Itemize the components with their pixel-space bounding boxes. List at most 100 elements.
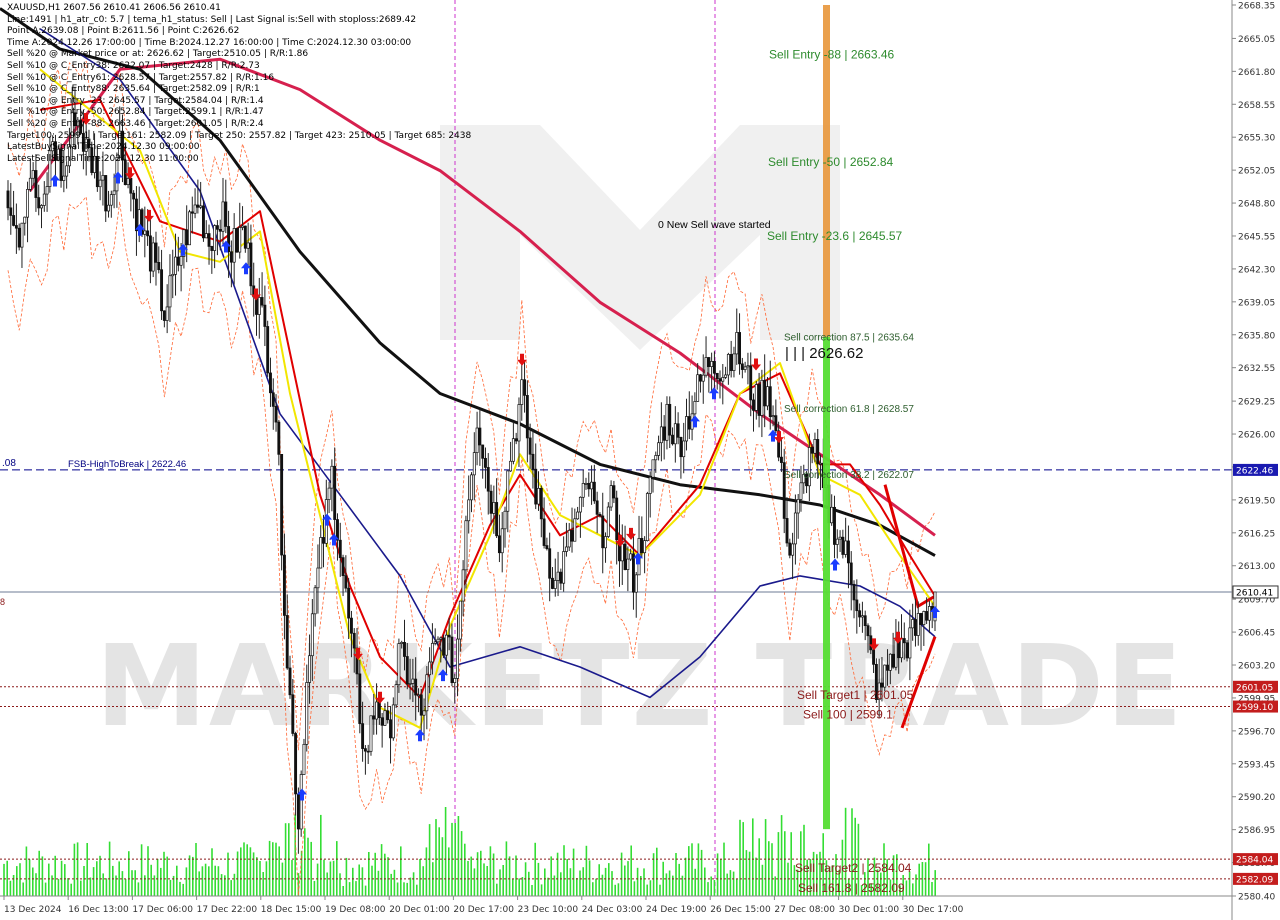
candle-body	[383, 710, 387, 726]
candle-body	[860, 615, 864, 618]
candle-body	[883, 664, 887, 688]
candle-body	[537, 487, 540, 505]
candle-body	[576, 511, 580, 520]
candle-body	[766, 386, 769, 407]
candle-body	[587, 482, 591, 490]
candle-body	[375, 701, 379, 720]
candle-body	[26, 189, 29, 218]
y-tick-label: 2586.95	[1238, 826, 1275, 836]
candle-body	[768, 386, 772, 418]
candle-body	[162, 310, 166, 321]
candle-body	[584, 482, 588, 485]
correction-label: Sell correction 87.5 | 2635.64	[784, 332, 914, 343]
candle-body	[813, 439, 817, 454]
candle-body	[866, 625, 870, 637]
y-tick-label: 2596.70	[1238, 727, 1275, 737]
candle-body	[207, 233, 211, 247]
candle-body	[98, 179, 102, 188]
price-badge-label: 2601.05	[1236, 683, 1273, 693]
candle-body	[863, 615, 867, 627]
candle-body	[838, 536, 842, 540]
candle-body	[40, 205, 43, 209]
candle-body	[243, 225, 247, 249]
candle-body	[511, 438, 515, 462]
candle-body	[405, 656, 409, 685]
candle-body	[291, 694, 295, 734]
candle-body	[210, 246, 214, 251]
candle-body	[299, 774, 303, 830]
candle-body	[282, 554, 286, 616]
candle-body	[400, 641, 404, 644]
candle-body	[143, 230, 147, 235]
y-tick-label: 2639.05	[1238, 298, 1275, 308]
candle-body	[271, 392, 275, 407]
candle-body	[676, 423, 680, 438]
candle-body	[461, 569, 465, 602]
price-badge-label: 2599.10	[1236, 703, 1273, 713]
new-wave-label: 0 New Sell wave started	[658, 219, 771, 231]
candle-body	[844, 540, 848, 555]
x-tick-label: 24 Dec 03:00	[582, 905, 643, 915]
candle-body	[696, 374, 700, 402]
candle-body	[486, 467, 490, 492]
candle-body	[316, 567, 320, 589]
candle-body	[238, 227, 242, 253]
candle-body	[419, 694, 423, 716]
candle-body	[185, 229, 189, 246]
candle-body	[232, 228, 236, 263]
candle-body	[366, 750, 370, 753]
x-tick-label: 30 Dec 01:00	[839, 905, 900, 915]
candle-body	[612, 485, 616, 499]
y-tick-label: 2593.45	[1238, 760, 1275, 770]
candle-body	[31, 170, 35, 179]
candle-body	[439, 637, 443, 640]
candle-body	[428, 661, 432, 676]
candle-body	[578, 496, 582, 513]
candle-body	[665, 403, 669, 441]
entry-label: Sell Entry -23.6 | 2645.57	[767, 229, 903, 243]
candle-body	[260, 297, 264, 306]
candle-body	[704, 357, 708, 376]
candle-body	[456, 638, 459, 679]
point-c-label: | | | 2626.62	[785, 345, 863, 362]
candle-body	[774, 415, 778, 432]
candle-body	[601, 515, 605, 549]
candle-body	[288, 667, 292, 696]
candle-body	[433, 641, 437, 644]
candle-body	[171, 273, 175, 277]
candle-body	[347, 587, 351, 619]
candle-body	[372, 715, 376, 720]
candle-body	[126, 178, 130, 186]
y-tick-label: 2661.80	[1238, 68, 1275, 78]
entry-label: Sell Entry -50 | 2652.84	[768, 155, 894, 169]
y-tick-label: 2648.80	[1238, 200, 1275, 210]
candle-body	[380, 717, 384, 726]
candle-body	[274, 406, 278, 423]
candle-body	[310, 613, 314, 657]
candle-body	[444, 634, 448, 656]
candle-body	[109, 194, 113, 206]
y-tick-label: 2635.80	[1238, 331, 1275, 341]
candle-body	[12, 215, 16, 226]
level-label: Sell 100 | 2599.1	[803, 708, 893, 722]
candle-body	[509, 460, 513, 472]
y-tick-label: 2606.45	[1238, 629, 1275, 639]
candle-body	[224, 201, 228, 227]
candle-body	[760, 379, 764, 416]
candle-body	[330, 465, 334, 489]
candle-body	[246, 242, 250, 249]
candle-body	[442, 637, 446, 656]
x-tick-label: 20 Dec 01:00	[389, 905, 450, 915]
candle-body	[503, 510, 507, 530]
y-tick-label: 2619.50	[1238, 496, 1275, 506]
candle-body	[620, 543, 624, 562]
candle-body	[810, 447, 814, 454]
left-edge-mark: 8	[0, 597, 5, 607]
candle-body	[249, 242, 253, 287]
correction-label: Sell correction 61.8 | 2628.57	[784, 404, 914, 415]
candle-body	[190, 211, 194, 214]
candle-body	[710, 361, 714, 367]
candle-body	[735, 332, 739, 355]
y-tick-label: 2652.05	[1238, 167, 1275, 177]
candle-body	[718, 378, 722, 382]
